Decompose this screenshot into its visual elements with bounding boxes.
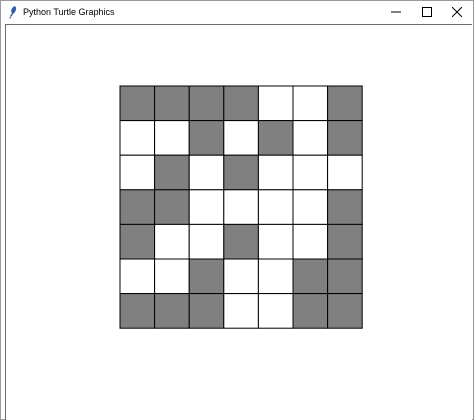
grid-cell-r5-c6 [327, 258, 363, 295]
window-title: Python Turtle Graphics [23, 7, 115, 17]
grid-cell-r6-c6 [327, 293, 363, 329]
grid-cell-r6-c2 [188, 293, 225, 329]
grid-cell-r1-c6 [327, 120, 363, 156]
grid-cell-r2-c4 [257, 154, 294, 191]
grid-cell-r3-c4 [257, 189, 294, 225]
grid-cell-r5-c5 [292, 258, 329, 295]
grid-cell-r5-c3 [223, 258, 259, 295]
turtle-window: Python Turtle Graphics [0, 0, 474, 420]
grid-cell-r6-c0 [119, 293, 156, 329]
grid-cell-r2-c2 [188, 154, 225, 191]
grid-cell-r5-c2 [188, 258, 225, 295]
minimize-button[interactable] [380, 1, 412, 23]
grid-cell-r4-c4 [257, 223, 294, 260]
grid-cell-r3-c1 [154, 189, 190, 225]
grid-cell-r3-c5 [292, 189, 329, 225]
title-bar[interactable]: Python Turtle Graphics [1, 1, 473, 23]
grid-cell-r4-c5 [292, 223, 329, 260]
grid-cell-r4-c3 [223, 223, 259, 260]
grid-cell-r1-c4 [257, 120, 294, 156]
grid-cell-r0-c0 [119, 85, 156, 122]
grid-cell-r0-c4 [257, 85, 294, 122]
grid-cell-r4-c1 [154, 223, 190, 260]
feather-icon [8, 5, 18, 19]
grid-cell-r6-c1 [154, 293, 190, 329]
maximize-icon [422, 7, 432, 17]
grid-cell-r3-c6 [327, 189, 363, 225]
grid-cell-r2-c1 [154, 154, 190, 191]
grid-cell-r1-c2 [188, 120, 225, 156]
grid-cell-r1-c1 [154, 120, 190, 156]
grid-cell-r6-c3 [223, 293, 259, 329]
grid-cell-r4-c2 [188, 223, 225, 260]
grid-cell-r6-c4 [257, 293, 294, 329]
grid-cell-r0-c3 [223, 85, 259, 122]
close-button[interactable] [441, 1, 473, 23]
grid-cell-r4-c6 [327, 223, 363, 260]
grid-cell-r3-c2 [188, 189, 225, 225]
grid-cell-r2-c6 [327, 154, 363, 191]
grid-cell-r3-c0 [119, 189, 156, 225]
maximize-button[interactable] [411, 1, 443, 23]
turtle-canvas-area[interactable] [5, 24, 472, 420]
grid-cell-r0-c6 [327, 85, 363, 122]
grid-cell-r5-c4 [257, 258, 294, 295]
grid-cell-r2-c5 [292, 154, 329, 191]
grid-cell-r0-c5 [292, 85, 329, 122]
grid-cell-r0-c1 [154, 85, 190, 122]
grid-cell-r2-c0 [119, 154, 156, 191]
grid-cell-r1-c3 [223, 120, 259, 156]
grid-cell-r1-c5 [292, 120, 329, 156]
grid-cell-r5-c1 [154, 258, 190, 295]
close-icon [452, 7, 462, 17]
grid-cell-r1-c0 [119, 120, 156, 156]
grid-cell-r5-c0 [119, 258, 156, 295]
grid-cell-r0-c2 [188, 85, 225, 122]
grid-cell-r4-c0 [119, 223, 156, 260]
grid-cell-r2-c3 [223, 154, 259, 191]
grid-cell-r6-c5 [292, 293, 329, 329]
grid-cell-r3-c3 [223, 189, 259, 225]
turtle-canvas [119, 85, 363, 329]
minimize-icon [391, 11, 401, 13]
